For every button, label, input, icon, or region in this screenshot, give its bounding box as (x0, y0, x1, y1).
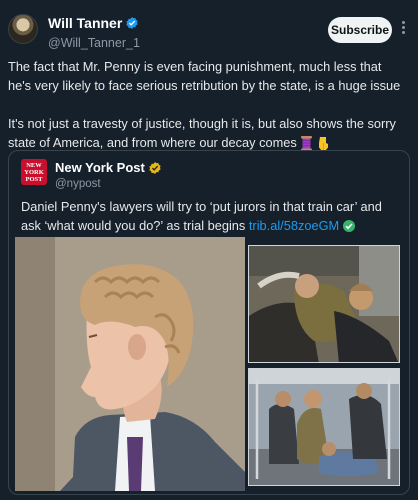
author-handle[interactable]: @Will_Tanner_1 (48, 36, 140, 50)
tweet-paragraph-1: The fact that Mr. Penny is even facing p… (8, 59, 401, 93)
author-names: Will Tanner @Will_Tanner_1 (48, 15, 140, 50)
author-name-text: Will Tanner (48, 15, 123, 31)
subway-car-photo[interactable] (248, 368, 400, 486)
quoted-display-name[interactable]: New York Post (55, 160, 162, 175)
verified-badge-icon (126, 16, 138, 30)
tweet-paragraph-2-text: It's not just a travesty of justice, tho… (8, 116, 396, 150)
quoted-handle[interactable]: @nypost (55, 178, 101, 190)
tweet-header: Will Tanner @Will_Tanner_1 Subscribe (8, 10, 410, 50)
quoted-link[interactable]: trib.al/58zoeGM (249, 218, 339, 233)
more-options-icon[interactable] (396, 19, 410, 39)
pointing-down-emoji-icon (318, 137, 328, 152)
tweet-paragraph-2: It's not just a travesty of justice, tho… (8, 114, 408, 152)
media-grid (15, 237, 407, 491)
nypost-avatar[interactable]: NEW YORK POST (21, 159, 47, 185)
avatar[interactable] (8, 14, 38, 44)
thread-spool-emoji-icon (301, 136, 313, 152)
nypost-avatar-line-3: POST (25, 175, 43, 183)
nypost-avatar-line-2: YORK (24, 168, 44, 176)
verified-gold-badge-icon (149, 161, 161, 174)
quoted-name-text: New York Post (55, 160, 145, 175)
subscribe-button[interactable]: Subscribe (328, 17, 392, 43)
portrait-photo[interactable] (15, 237, 245, 491)
nypost-avatar-line-1: NEW (26, 161, 42, 169)
subway-struggle-photo[interactable] (248, 245, 400, 363)
author-display-name[interactable]: Will Tanner (48, 15, 139, 31)
quoted-text: Daniel Penny's lawyers will try to ‘put … (21, 197, 399, 235)
quoted-tweet[interactable]: NEW YORK POST New York Post @nypost Dani… (8, 150, 410, 495)
check-mark-emoji-icon (342, 220, 355, 232)
tweet: Will Tanner @Will_Tanner_1 Subscribe The… (0, 0, 418, 500)
